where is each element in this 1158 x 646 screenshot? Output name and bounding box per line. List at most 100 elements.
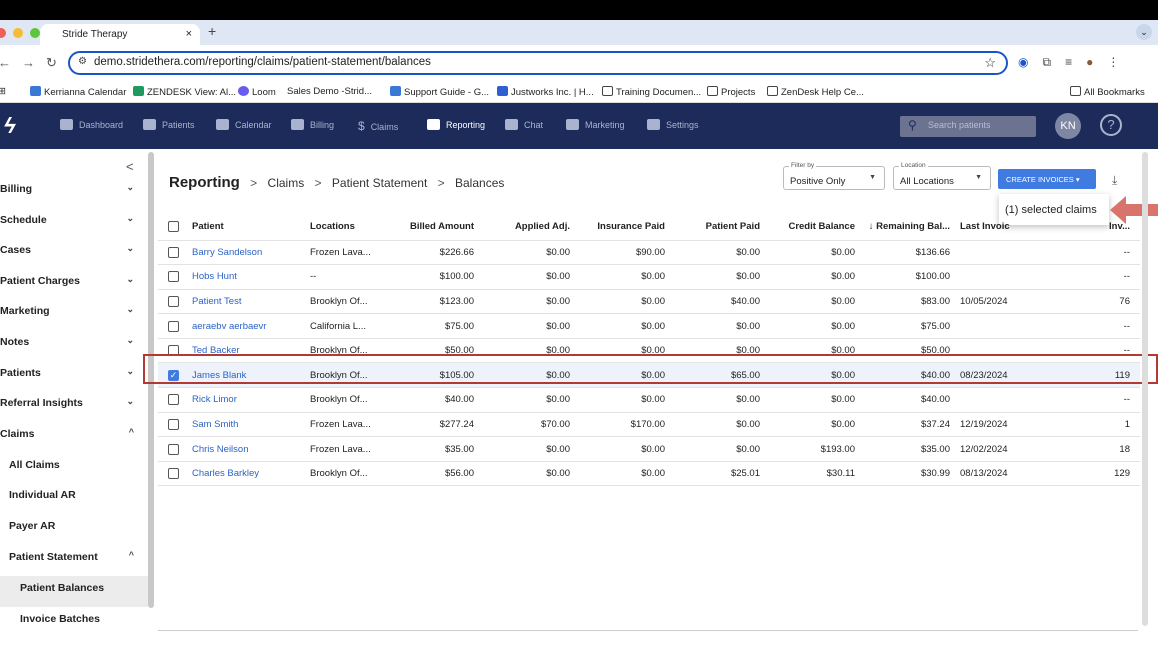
maximize-window-icon[interactable] <box>30 28 40 38</box>
row-checkbox[interactable] <box>158 461 192 487</box>
help-icon[interactable]: ? <box>1100 114 1122 136</box>
bookmark-folder[interactable]: ZenDesk Help Ce... <box>767 86 864 98</box>
minimize-window-icon[interactable] <box>13 28 23 38</box>
patient-link[interactable]: Hobs Hunt <box>192 264 310 290</box>
nav-patients[interactable]: Patients <box>143 119 195 130</box>
reload-icon[interactable]: ↻ <box>46 55 57 71</box>
collapse-sidebar-icon[interactable]: < <box>126 159 134 174</box>
nav-chat[interactable]: Chat <box>505 119 543 130</box>
nav-billing[interactable]: Billing <box>291 119 334 130</box>
sidebar-item-invoice-batches[interactable]: Invoice Batches <box>0 607 148 638</box>
breadcrumb-claims[interactable]: Claims <box>268 176 305 190</box>
row-checkbox[interactable] <box>158 313 192 339</box>
table-row[interactable]: aeraebv aerbaevr California L... $75.00 $0.… <box>158 313 1140 339</box>
patient-link[interactable]: Sam Smith <box>192 412 310 438</box>
forward-icon[interactable]: → <box>22 55 35 70</box>
nav-marketing[interactable]: Marketing <box>566 119 625 130</box>
bookmark-folder[interactable]: Training Documen... <box>602 86 701 98</box>
bookmark-item[interactable]: Justworks Inc. | H... <box>497 86 594 98</box>
sidebar-item-patients[interactable]: Patients ⌄ <box>0 361 148 392</box>
select-all-checkbox[interactable] <box>158 213 192 241</box>
table-row[interactable]: Patient Test Brooklyn Of... $123.00 $0.00 $0… <box>158 289 1140 315</box>
row-checkbox[interactable] <box>158 240 192 266</box>
breadcrumb-root[interactable]: Reporting <box>169 174 240 191</box>
bookmark-item[interactable]: Support Guide - G... <box>390 86 489 98</box>
nav-settings[interactable]: Settings <box>647 119 699 130</box>
row-checkbox[interactable] <box>158 436 192 462</box>
tab-search-icon[interactable]: ⌄ <box>1136 24 1152 40</box>
new-tab-icon[interactable]: + <box>208 23 216 39</box>
extension-icon[interactable]: ◉ <box>1018 55 1028 70</box>
table-row[interactable]: Charles Barkley Brooklyn Of... $56.00 $0.00… <box>158 461 1140 487</box>
url-field[interactable]: ⚙ demo.stridethera.com/reporting/claims/… <box>68 51 1008 75</box>
bookmark-item[interactable]: ZENDESK View: Al... <box>133 86 236 98</box>
back-icon[interactable]: ← <box>0 55 11 70</box>
stride-logo[interactable]: ϟ <box>4 113 16 139</box>
sidebar-item-payer-ar[interactable]: Payer AR <box>0 514 148 545</box>
user-avatar[interactable]: KN <box>1055 113 1081 139</box>
patient-link[interactable]: Charles Barkley <box>192 461 310 487</box>
column-header-insurance-paid[interactable]: Insurance Paid <box>580 213 675 241</box>
column-header-last-invoice[interactable]: Last Invoic <box>960 213 1032 241</box>
filter-by-select[interactable]: Filter by Positive Only ▼ <box>783 162 885 190</box>
tab-close-icon[interactable]: × <box>186 28 192 40</box>
bookmark-folder[interactable]: Projects <box>707 86 755 98</box>
close-window-icon[interactable] <box>0 28 6 38</box>
patient-link[interactable]: Patient Test <box>192 289 310 315</box>
row-checkbox[interactable] <box>158 412 192 438</box>
patient-link[interactable]: aeraebv aerbaevr <box>192 313 310 339</box>
nav-calendar[interactable]: Calendar <box>216 119 272 130</box>
nav-reporting[interactable]: Reporting <box>427 119 485 130</box>
column-header-locations[interactable]: Locations <box>310 213 402 241</box>
menu-icon[interactable]: ⋮ <box>1107 55 1119 70</box>
create-invoices-button[interactable]: CREATE INVOICES ▾ <box>998 169 1096 189</box>
column-header-applied-adj[interactable]: Applied Adj. <box>484 213 580 241</box>
sidebar-item-billing[interactable]: Billing ⌄ <box>0 177 148 208</box>
reading-list-icon[interactable]: ≡ <box>1065 55 1072 70</box>
main-scrollbar[interactable] <box>1142 152 1148 626</box>
sidebar-item-patient-statement[interactable]: Patient Statement ^ <box>0 545 148 576</box>
sidebar-item-patient-balances[interactable]: Patient Balances <box>0 576 148 607</box>
nav-claims[interactable]: $ Claims <box>358 119 398 133</box>
patient-link[interactable]: Chris Neilson <box>192 436 310 462</box>
patient-link[interactable]: Rick Limor <box>192 387 310 413</box>
sidebar-item-schedule[interactable]: Schedule ⌄ <box>0 208 148 239</box>
table-row[interactable]: Barry Sandelson Frozen Lava... $226.66 $0.0… <box>158 240 1140 266</box>
table-row[interactable]: Rick Limor Brooklyn Of... $40.00 $0.00 $0.00… <box>158 387 1140 413</box>
apps-icon[interactable]: ⊞ <box>0 86 6 97</box>
location-select[interactable]: Location All Locations ▼ <box>893 162 991 190</box>
row-checkbox[interactable] <box>158 264 192 290</box>
table-row[interactable]: Hobs Hunt -- $100.00 $0.00 $0.00 $0.00 $0.00 $1… <box>158 264 1140 290</box>
breadcrumb-patient-statement[interactable]: Patient Statement <box>332 176 427 190</box>
download-icon[interactable]: ⤓ <box>1112 173 1117 188</box>
patient-search-input[interactable]: ⚲ Search patients <box>900 116 1036 137</box>
column-header-remaining-balance[interactable]: ↓ Remaining Bal... <box>865 213 960 241</box>
bookmark-star-icon[interactable]: ☆ <box>984 55 996 71</box>
extensions-puzzle-icon[interactable]: ⧉ <box>1042 55 1051 70</box>
sidebar-item-referral-insights[interactable]: Referral Insights ⌄ <box>0 391 148 422</box>
sidebar-item-marketing[interactable]: Marketing ⌄ <box>0 299 148 330</box>
sidebar-item-all-claims[interactable]: All Claims <box>0 453 148 484</box>
table-row[interactable]: Sam Smith Frozen Lava... $277.24 $70.00 $170… <box>158 412 1140 438</box>
patient-link[interactable]: Barry Sandelson <box>192 240 310 266</box>
row-checkbox[interactable] <box>158 289 192 315</box>
bookmark-item[interactable]: Sales Demo -Strid... <box>287 86 372 97</box>
profile-icon[interactable]: ● <box>1086 55 1093 70</box>
sidebar-item-claims[interactable]: Claims ^ <box>0 422 148 453</box>
sidebar-item-notes[interactable]: Notes ⌄ <box>0 330 148 361</box>
nav-dashboard[interactable]: Dashboard <box>60 119 123 130</box>
site-info-icon[interactable]: ⚙ <box>78 56 87 67</box>
all-bookmarks[interactable]: All Bookmarks <box>1070 86 1145 98</box>
column-header-patient-paid[interactable]: Patient Paid <box>675 213 770 241</box>
column-header-credit-balance[interactable]: Credit Balance <box>770 213 865 241</box>
sidebar-item-individual-ar[interactable]: Individual AR <box>0 483 148 514</box>
column-header-patient[interactable]: Patient <box>192 213 310 241</box>
sidebar-item-patient-charges[interactable]: Patient Charges ⌄ <box>0 269 148 300</box>
bookmark-item[interactable]: Kerrianna Calendar <box>30 86 126 98</box>
row-checkbox[interactable] <box>158 387 192 413</box>
table-row[interactable]: Chris Neilson Frozen Lava... $35.00 $0.00 $0… <box>158 436 1140 462</box>
browser-tab[interactable]: Stride Therapy × <box>40 24 200 45</box>
bookmark-item[interactable]: Loom <box>238 86 276 98</box>
sidebar-item-cases[interactable]: Cases ⌄ <box>0 238 148 269</box>
column-header-billed-amount[interactable]: Billed Amount <box>402 213 484 241</box>
